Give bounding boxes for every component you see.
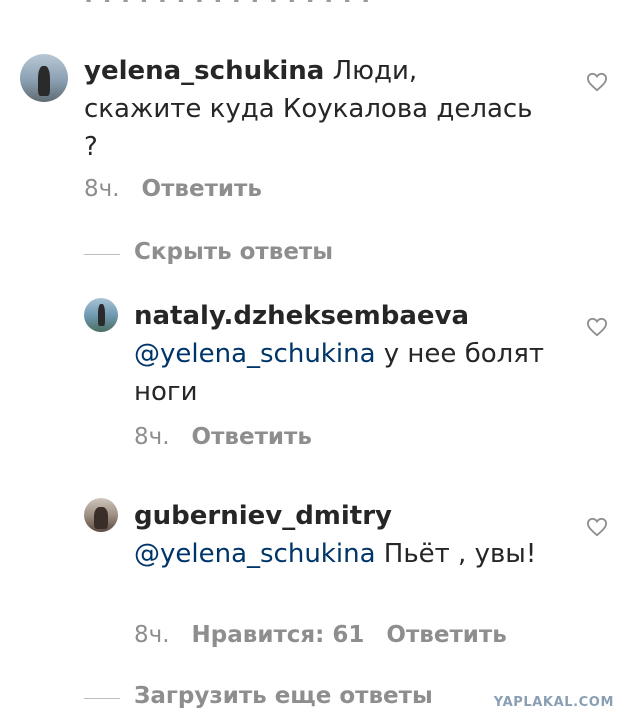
avatar[interactable] <box>84 498 118 532</box>
reply-button[interactable]: Ответить <box>192 424 312 450</box>
comment-meta: 8ч. Нравится: 61 Ответить <box>134 622 529 648</box>
comment-text: nataly.dzheksembaeva @yelena_schukina у … <box>134 297 554 411</box>
avatar-figure <box>94 507 108 529</box>
mention-link[interactable]: @yelena_schukina <box>134 539 376 569</box>
comment-text: yelena_schukina Люди, скажите куда Коука… <box>84 52 534 166</box>
comment-username[interactable]: guberniev_dmitry <box>134 501 392 531</box>
comment-time: 8ч. <box>134 622 170 648</box>
load-more-replies-button[interactable]: Загрузить еще ответы <box>134 683 433 709</box>
comment-time: 8ч. <box>134 424 170 450</box>
avatar-figure <box>98 304 105 326</box>
hide-replies-button[interactable]: Скрыть ответы <box>134 239 333 265</box>
previous-comment-meta-cropped: · · · · · · · · · · · · · · · · <box>84 0 371 14</box>
watermark: YAPLAKAL.COM <box>493 695 614 710</box>
mention-link[interactable]: @yelena_schukina <box>134 339 376 369</box>
comment-text: guberniev_dmitry @yelena_schukina Пьёт ,… <box>134 497 554 573</box>
comment-username[interactable]: nataly.dzheksembaeva <box>134 301 469 331</box>
reply-button[interactable]: Ответить <box>386 622 506 648</box>
avatar[interactable] <box>84 298 118 332</box>
avatar[interactable] <box>20 54 68 102</box>
comment-body: Пьёт , увы! <box>375 539 537 569</box>
heart-icon[interactable] <box>586 72 608 92</box>
likes-count[interactable]: Нравится: 61 <box>192 622 365 648</box>
comment-time: 8ч. <box>84 176 120 202</box>
thread-line <box>84 254 120 255</box>
thread-line <box>84 698 120 699</box>
heart-icon[interactable] <box>586 317 608 337</box>
comment-meta: 8ч. Ответить <box>134 424 334 450</box>
comment-username[interactable]: yelena_schukina <box>84 56 324 86</box>
comment-meta: 8ч. Ответить <box>84 176 284 202</box>
reply-button[interactable]: Ответить <box>142 176 262 202</box>
avatar-figure <box>38 66 50 96</box>
heart-icon[interactable] <box>586 517 608 537</box>
